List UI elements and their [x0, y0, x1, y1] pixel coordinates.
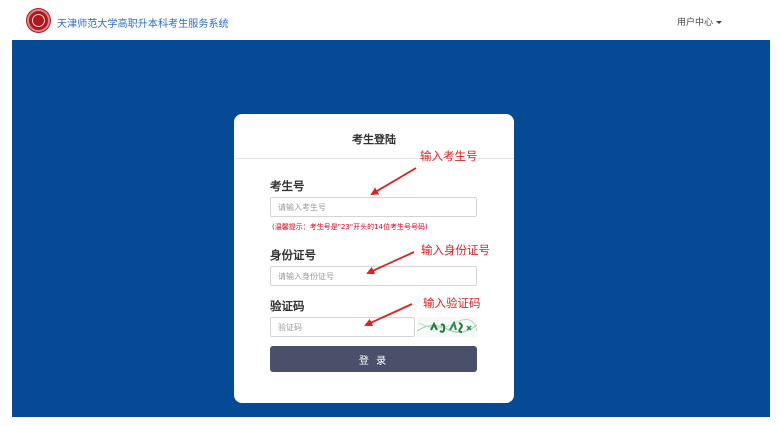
caret-down-icon	[716, 21, 723, 24]
id-number-label: 身份证号	[270, 248, 316, 262]
university-logo	[27, 9, 50, 32]
user-center-menu[interactable]: 用户中心	[677, 15, 723, 28]
id-number-input[interactable]	[270, 266, 477, 286]
exam-no-input[interactable]	[270, 197, 477, 217]
annotation-id-number: 输入身份证号	[421, 243, 490, 257]
annotation-captcha: 输入验证码	[423, 296, 481, 310]
login-title: 考生登陆	[352, 133, 396, 146]
exam-no-hint: (温馨提示：考生号是"23"开头的14位考生号号码)	[272, 223, 428, 231]
top-header: 天津师范大学高职升本科考生服务系统 用户中心	[0, 0, 779, 40]
site-title: 天津师范大学高职升本科考生服务系统	[57, 19, 229, 30]
captcha-label: 验证码	[270, 299, 305, 313]
captcha-image[interactable]	[417, 317, 477, 337]
login-button[interactable]: 登 录	[270, 346, 477, 372]
annotation-exam-no: 输入考生号	[420, 149, 478, 163]
page: 天津师范大学高职升本科考生服务系统 用户中心 考生登陆 考生号 (温馨提示：考生…	[0, 0, 779, 426]
captcha-input[interactable]	[270, 317, 415, 337]
user-center-label: 用户中心	[677, 18, 714, 28]
exam-no-label: 考生号	[270, 179, 305, 193]
